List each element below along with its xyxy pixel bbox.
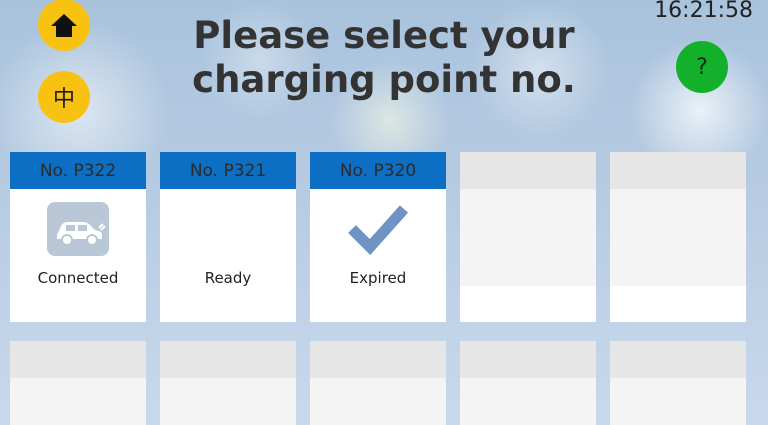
empty-slot-header [460,152,596,189]
charging-point-label: No. P320 [310,152,446,189]
language-button[interactable]: 中 [38,71,90,123]
empty-slot-header [160,341,296,378]
help-button[interactable]: ? [676,41,728,93]
charging-point-label: No. P321 [160,152,296,189]
title-line-2: charging point no. [192,58,576,101]
empty-slot-lower [610,286,746,322]
home-button[interactable] [38,0,90,51]
help-icon: ? [696,54,708,80]
empty-slot-lower [460,286,596,322]
empty-slot [610,152,746,322]
empty-slot [460,152,596,322]
empty-slot [610,341,746,425]
charging-point-icon-area [310,189,446,269]
empty-slot-header [610,152,746,189]
title-line-1: Please select your [193,14,575,57]
charging-point-label: No. P322 [10,152,146,189]
charging-point-card-p322[interactable]: No. P322 Connected [10,152,146,322]
empty-slot [160,341,296,425]
charging-point-status: Expired [349,269,407,287]
empty-slot-header [310,341,446,378]
charging-point-status: Ready [204,269,252,287]
charging-point-card-p321[interactable]: No. P321 Ready [160,152,296,322]
empty-slot [310,341,446,425]
charging-point-status: Connected [37,269,119,287]
empty-slot-header [10,341,146,378]
page-title: Please select your charging point no. [150,14,618,102]
language-label: 中 [52,87,75,112]
empty-slot [10,341,146,425]
empty-slot [460,341,596,425]
charging-point-card-p320[interactable]: No. P320 Expired [310,152,446,322]
empty-slot-header [610,341,746,378]
clock: 16:21:58 [654,0,753,23]
charging-point-icon-area [10,189,146,269]
home-icon [51,14,77,37]
empty-slot-header [460,341,596,378]
ev-connected-icon [47,202,109,256]
charging-point-icon-area [160,189,296,269]
checkmark-icon [348,205,409,256]
